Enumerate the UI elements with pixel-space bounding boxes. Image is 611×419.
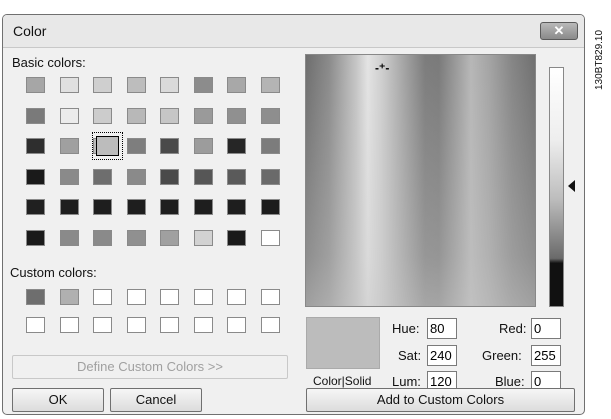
basic-color-swatch[interactable] [260,199,280,215]
basic-color-swatch[interactable] [193,199,213,215]
custom-color-swatch[interactable] [227,289,246,305]
luminosity-arrow-icon[interactable] [568,180,575,192]
figure-code: 130BT829.10 [592,2,608,92]
basic-color-swatch[interactable] [26,199,45,215]
custom-color-swatch[interactable] [93,317,112,333]
custom-color-swatch[interactable] [59,317,79,333]
basic-color-swatch[interactable] [260,229,280,246]
basic-color-swatch[interactable] [193,107,213,124]
custom-color-swatch[interactable] [126,289,146,305]
basic-color-swatch[interactable] [227,138,246,154]
basic-color-swatch[interactable] [93,107,112,124]
basic-color-swatch[interactable] [126,138,146,154]
figure-code-text: 130BT829.10 [594,29,605,90]
basic-color-swatch[interactable] [126,229,146,246]
hue-label: Hue: [392,321,420,336]
add-to-custom-colors-button[interactable]: Add to Custom Colors [306,388,575,412]
basic-color-swatch[interactable] [93,199,112,215]
green-field[interactable] [531,345,561,366]
basic-color-swatch[interactable] [260,168,280,185]
custom-color-swatch[interactable] [160,317,179,333]
basic-color-swatch[interactable] [26,77,45,93]
color-solid-label: Color|Solid [313,374,372,388]
hue-field[interactable] [427,318,457,339]
basic-color-swatch[interactable] [160,138,179,154]
basic-color-swatch[interactable] [227,77,246,93]
basic-color-swatch[interactable] [59,138,79,154]
selected-swatch-highlight[interactable] [92,132,123,160]
cancel-label: Cancel [135,392,177,407]
dialog-title: Color [13,23,47,39]
basic-color-swatch[interactable] [126,199,146,215]
custom-colors-label: Custom colors: [10,265,97,280]
basic-color-swatch[interactable] [260,107,280,124]
custom-color-swatch[interactable] [93,289,112,305]
color-spectrum[interactable] [305,54,536,307]
basic-color-swatch[interactable] [26,138,45,154]
custom-color-swatch[interactable] [160,289,179,305]
basic-color-swatch[interactable] [260,138,280,154]
sat-label: Sat: [398,348,422,363]
green-label: Green: [482,348,522,363]
basic-color-swatch[interactable] [59,77,79,93]
basic-color-swatch[interactable] [59,199,79,215]
basic-color-swatch[interactable] [126,107,146,124]
basic-color-swatch[interactable] [227,229,246,246]
basic-color-swatch[interactable] [126,77,146,93]
basic-color-swatch[interactable] [227,107,246,124]
sat-field[interactable] [427,345,457,366]
cancel-button[interactable]: Cancel [110,388,202,412]
basic-color-swatch[interactable] [59,229,79,246]
blue-label: Blue: [495,374,525,389]
basic-color-swatch[interactable] [26,229,45,246]
custom-color-swatch[interactable] [59,289,79,305]
color-preview[interactable] [306,317,380,369]
lum-label: Lum: [392,374,421,389]
basic-color-swatch[interactable] [93,229,112,246]
close-button[interactable]: ✕ [540,22,578,40]
basic-color-swatch[interactable] [160,107,179,124]
basic-color-swatch[interactable] [59,107,79,124]
ok-button[interactable]: OK [12,388,104,412]
custom-color-swatch[interactable] [126,317,146,333]
basic-color-swatch[interactable] [26,168,45,185]
basic-color-swatch[interactable] [193,77,213,93]
custom-color-swatch[interactable] [26,289,45,305]
basic-color-swatch[interactable] [227,199,246,215]
basic-color-swatch[interactable] [93,77,112,93]
close-icon: ✕ [553,23,565,38]
basic-color-swatch[interactable] [193,168,213,185]
custom-color-swatch[interactable] [260,317,280,333]
define-custom-colors-label: Define Custom Colors >> [77,359,223,374]
selected-basic-color-swatch[interactable] [96,136,119,156]
luminosity-bar[interactable] [549,67,564,307]
basic-color-swatch[interactable] [260,77,280,93]
basic-color-swatch[interactable] [193,229,213,246]
spectrum-crosshair-icon[interactable]: -⁺- [375,62,389,74]
title-bar[interactable]: Color ✕ [3,15,584,48]
red-label: Red: [499,321,527,336]
basic-color-swatch[interactable] [193,138,213,154]
basic-color-swatch[interactable] [160,229,179,246]
add-to-custom-colors-label: Add to Custom Colors [376,392,505,407]
custom-color-swatch[interactable] [227,317,246,333]
basic-color-swatch[interactable] [26,107,45,124]
ok-label: OK [48,392,68,407]
basic-color-swatch[interactable] [93,168,112,185]
basic-color-swatch[interactable] [227,168,246,185]
color-dialog: Color ✕ Basic colors: Custom colors: Def… [2,14,585,415]
basic-color-swatch[interactable] [160,199,179,215]
red-field[interactable] [531,318,561,339]
basic-color-swatch[interactable] [160,168,179,185]
basic-color-swatch[interactable] [160,77,179,93]
custom-color-swatch[interactable] [26,317,45,333]
define-custom-colors-button[interactable]: Define Custom Colors >> [12,355,288,379]
basic-color-swatch[interactable] [59,168,79,185]
custom-color-swatch[interactable] [193,289,213,305]
basic-color-swatch[interactable] [126,168,146,185]
basic-colors-label: Basic colors: [12,55,86,70]
custom-color-swatch[interactable] [193,317,213,333]
custom-color-swatch[interactable] [260,289,280,305]
